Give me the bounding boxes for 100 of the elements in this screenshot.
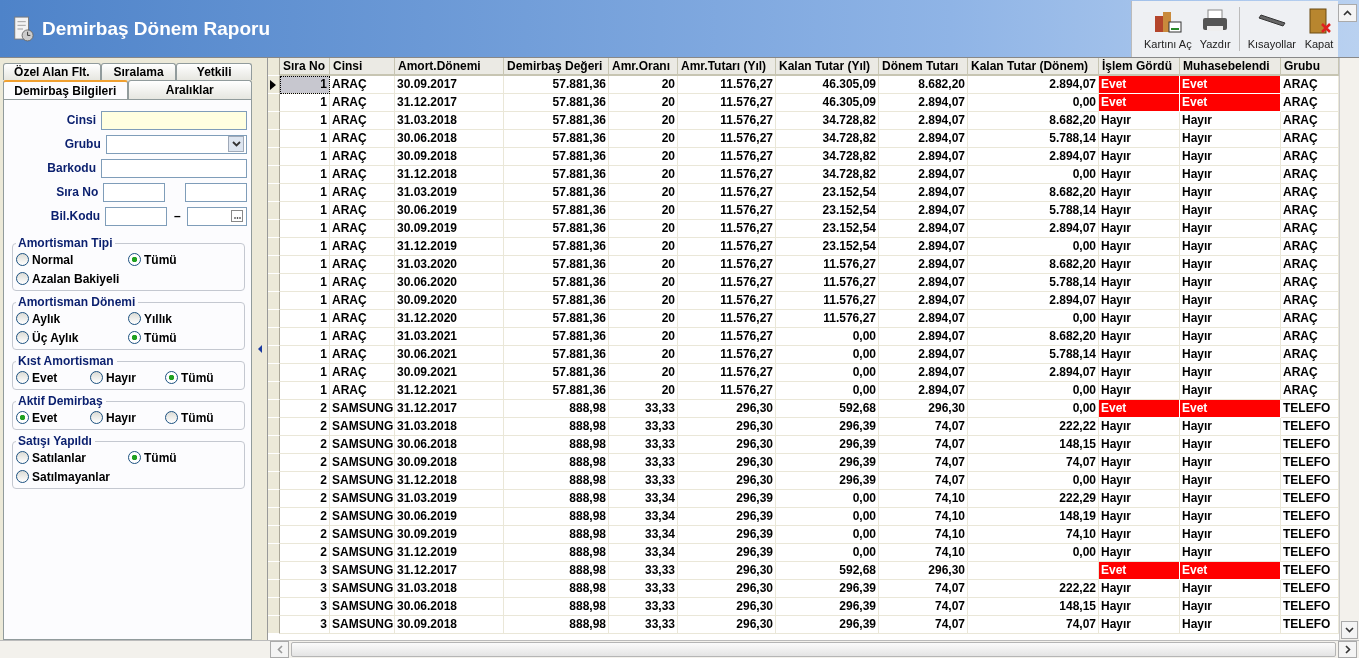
column-header[interactable]: Sıra No	[280, 58, 330, 76]
table-cell: 2	[280, 436, 330, 454]
table-cell: 0,00	[776, 346, 879, 364]
radio-option[interactable]: Tümü	[128, 448, 228, 467]
table-cell: 1	[280, 112, 330, 130]
column-header[interactable]: Dönem Tutarı	[879, 58, 968, 76]
row-indicator[interactable]	[268, 76, 280, 94]
table-cell: 74,07	[879, 472, 968, 490]
table-cell: 74,07	[879, 580, 968, 598]
table-cell: 2.894,07	[968, 148, 1099, 166]
input-field[interactable]	[105, 206, 168, 226]
scroll-left-button[interactable]	[270, 641, 289, 658]
input-field[interactable]	[103, 182, 166, 202]
table-cell: 3	[280, 580, 330, 598]
radio-option[interactable]: Evet	[16, 368, 90, 387]
table-cell: Evet	[1180, 562, 1281, 580]
radio-option[interactable]: Tümü	[128, 328, 228, 347]
document-clock-icon	[12, 14, 34, 43]
table-cell: 888,98	[504, 472, 609, 490]
tab[interactable]: Yetkili	[176, 63, 252, 80]
radio-button[interactable]	[16, 331, 29, 344]
radio-button[interactable]	[16, 451, 29, 464]
dropdown-field[interactable]	[105, 134, 247, 154]
tab[interactable]: Aralıklar	[127, 80, 252, 99]
radio-option[interactable]: Satılanlar	[16, 448, 128, 467]
table-cell: TELEFO	[1281, 400, 1339, 418]
toolbar-button[interactable]: Yazdır	[1195, 0, 1235, 57]
input-field[interactable]	[185, 182, 247, 202]
table-cell: 1	[280, 220, 330, 238]
table-cell: 31.12.2018	[395, 472, 504, 490]
table-cell: Evet	[1099, 400, 1180, 418]
radio-button[interactable]	[16, 312, 29, 325]
radio-option[interactable]: Tümü	[165, 408, 235, 427]
radio-button[interactable]	[16, 253, 29, 266]
group-title: Amortisman Tipi	[17, 236, 114, 250]
table-cell: 57.881,36	[504, 184, 609, 202]
input-field[interactable]	[101, 110, 247, 130]
radio-option[interactable]: Normal	[16, 250, 128, 269]
toolbar-button[interactable]: Kartını Aç	[1140, 0, 1196, 57]
radio-option[interactable]: Yıllık	[128, 309, 228, 328]
radio-button[interactable]	[16, 470, 29, 483]
column-header[interactable]: Amr.Oranı	[609, 58, 678, 76]
scroll-up-button[interactable]	[1338, 4, 1357, 22]
column-header[interactable]: Kalan Tutar (Dönem)	[968, 58, 1099, 76]
radio-option[interactable]: Hayır	[90, 408, 165, 427]
table-cell: 11.576,27	[678, 220, 776, 238]
radio-option[interactable]: Satılmayanlar	[16, 467, 128, 486]
column-header[interactable]: Demirbaş Değeri	[504, 58, 609, 76]
toolbar-button[interactable]: Kapat	[1300, 0, 1338, 57]
table-cell: Hayır	[1099, 238, 1180, 256]
table-cell: 296,39	[776, 616, 879, 634]
radio-option[interactable]: Tümü	[128, 250, 228, 269]
column-header[interactable]: Cinsi	[330, 58, 395, 76]
vertical-scrollbar[interactable]	[1339, 58, 1359, 640]
radio-button[interactable]	[165, 411, 178, 424]
table-cell: 11.576,27	[678, 328, 776, 346]
column-header[interactable]: Amort.Dönemi	[395, 58, 504, 76]
radio-option[interactable]: Hayır	[90, 368, 165, 387]
radio-option[interactable]: Tümü	[165, 368, 235, 387]
tab[interactable]: Demirbaş Bilgileri	[3, 80, 128, 99]
table-cell: ARAÇ	[1281, 382, 1339, 400]
radio-button[interactable]	[16, 371, 29, 384]
tab[interactable]: Sıralama	[100, 63, 177, 80]
table-cell: 296,30	[678, 580, 776, 598]
radio-button[interactable]	[128, 312, 141, 325]
table-cell: 23.152,54	[776, 184, 879, 202]
input-field[interactable]	[101, 158, 247, 178]
scroll-thumb[interactable]	[291, 642, 1336, 657]
table-cell: Hayır	[1099, 148, 1180, 166]
column-header[interactable]: İşlem Gördü	[1099, 58, 1180, 76]
radio-button[interactable]	[16, 272, 29, 285]
table-cell: SAMSUNG	[330, 490, 395, 508]
scroll-right-button[interactable]	[1338, 641, 1357, 658]
radio-option[interactable]: Aylık	[16, 309, 128, 328]
table-cell: 57.881,36	[504, 328, 609, 346]
column-header[interactable]: Amr.Tutarı (Yıl)	[678, 58, 776, 76]
table-cell: 2.894,07	[968, 292, 1099, 310]
lookup-field[interactable]	[187, 206, 247, 226]
table-cell: 0,00	[776, 364, 879, 382]
toolbar-button[interactable]: Kısayollar	[1243, 0, 1300, 57]
table-cell: Hayır	[1180, 202, 1281, 220]
radio-button[interactable]	[128, 451, 141, 464]
column-header[interactable]: Muhasebelendi	[1180, 58, 1281, 76]
radio-button[interactable]	[16, 411, 29, 424]
column-header[interactable]: Kalan Tutar (Yıl)	[776, 58, 879, 76]
radio-button[interactable]	[128, 253, 141, 266]
table-cell: 30.06.2018	[395, 436, 504, 454]
radio-button[interactable]	[90, 371, 103, 384]
horizontal-scrollbar[interactable]	[0, 640, 1359, 658]
radio-option[interactable]: Azalan Bakiyeli	[16, 269, 128, 288]
scroll-down-button[interactable]	[1341, 621, 1358, 639]
table-cell: 1	[280, 202, 330, 220]
radio-option[interactable]: Evet	[16, 408, 90, 427]
tab[interactable]: Özel Alan Flt.	[3, 63, 101, 80]
column-header[interactable]: Grubu	[1281, 58, 1339, 76]
radio-button[interactable]	[90, 411, 103, 424]
radio-button[interactable]	[128, 331, 141, 344]
radio-button[interactable]	[165, 371, 178, 384]
radio-option[interactable]: Üç Aylık	[16, 328, 128, 347]
table-cell: Evet	[1180, 400, 1281, 418]
